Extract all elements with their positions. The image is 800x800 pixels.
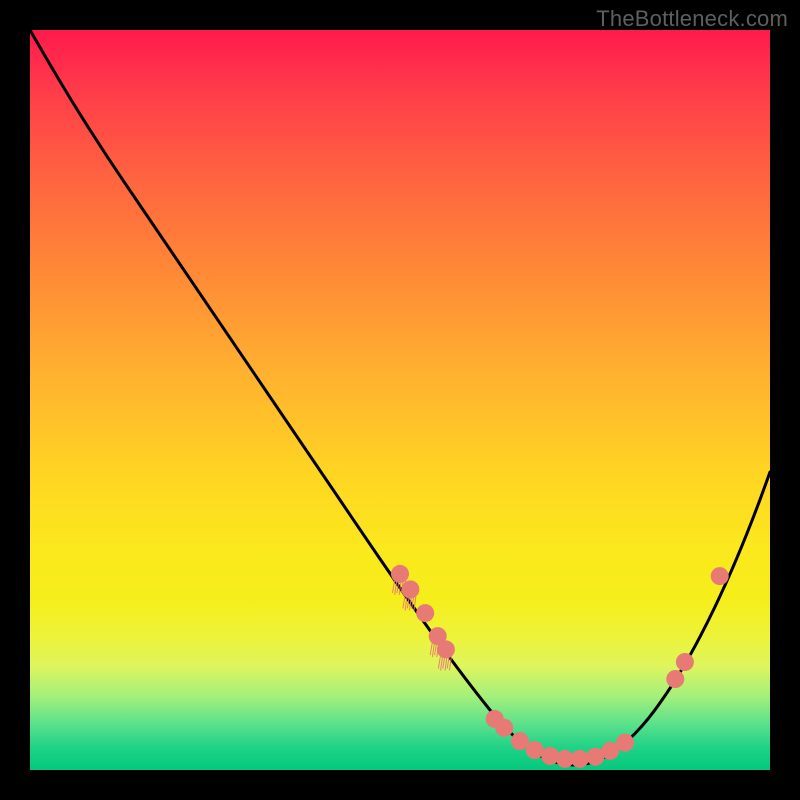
curve-marker (711, 567, 729, 585)
marker-tassel (393, 581, 395, 593)
marker-tassel (438, 656, 440, 668)
marker-tassel (430, 643, 432, 655)
curve-marker (676, 653, 694, 671)
marker-tassel (432, 643, 434, 657)
marker-tassel (403, 596, 405, 608)
plot-svg (30, 30, 770, 770)
watermark-label: TheBottleneck.com (596, 6, 788, 32)
markers-group (391, 565, 729, 768)
curve-marker (571, 750, 589, 768)
curve-marker (401, 580, 419, 598)
marker-tassel (443, 656, 445, 668)
curve-marker (495, 719, 513, 737)
marker-tassel (435, 643, 437, 655)
curve-marker (416, 604, 434, 622)
curve-marker (541, 747, 559, 765)
curve-marker (666, 670, 684, 688)
plot-area (30, 30, 770, 770)
bottleneck-curve (30, 30, 770, 765)
curve-marker (526, 741, 544, 759)
marker-tassel (441, 656, 443, 670)
curve-marker (391, 565, 409, 583)
curve-marker (437, 640, 455, 658)
chart-frame: TheBottleneck.com (0, 0, 800, 800)
curve-marker (616, 734, 634, 752)
marker-tassel (445, 656, 447, 670)
